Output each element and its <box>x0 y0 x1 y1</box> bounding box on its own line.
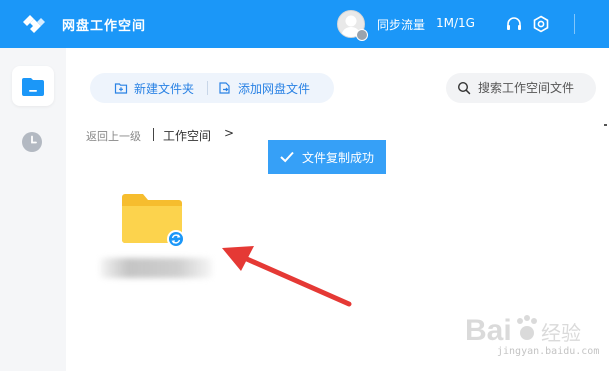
add-file-label: 添加网盘文件 <box>238 81 311 96</box>
folder-item[interactable] <box>121 192 187 250</box>
paw-icon <box>517 315 537 340</box>
svg-text:经验: 经验 <box>541 321 581 345</box>
new-folder-label: 新建文件夹 <box>134 81 195 96</box>
add-file-icon <box>219 82 230 94</box>
titlebar-divider <box>574 14 575 34</box>
watermark-url: jingyan.baidu.com <box>497 346 600 357</box>
sync-traffic-label: 同步流量 <box>377 18 426 32</box>
sync-traffic-value: 1M/1G <box>436 16 475 30</box>
sync-badge-icon <box>167 230 185 248</box>
new-folder-icon <box>114 83 128 94</box>
search-icon <box>457 81 471 95</box>
breadcrumb-divider <box>153 128 154 141</box>
headset-icon[interactable] <box>505 15 523 33</box>
success-toast: 文件复制成功 <box>268 140 386 174</box>
add-cloud-file-button[interactable]: 添加网盘文件 <box>218 80 310 96</box>
clock-icon[interactable] <box>20 130 44 154</box>
gear-icon[interactable] <box>532 15 550 33</box>
svg-text:Bai: Bai <box>465 314 512 347</box>
breadcrumb-chevron: > <box>224 126 235 140</box>
annotation-arrow <box>222 246 352 307</box>
logo-icon <box>23 15 45 33</box>
search-input[interactable] <box>478 79 590 97</box>
back-link[interactable]: 返回上一级 <box>86 128 141 144</box>
folder-nav-icon <box>22 78 44 96</box>
title-bar: 网盘工作空间 同步流量 1M/1G <box>0 0 609 48</box>
folder-name-blurred <box>100 258 212 278</box>
edge-mark <box>604 124 607 126</box>
new-folder-button[interactable]: 新建文件夹 <box>114 80 194 96</box>
breadcrumb-current[interactable]: 工作空间 <box>163 127 211 144</box>
check-icon <box>280 151 294 163</box>
app-title: 网盘工作空间 <box>62 19 147 34</box>
sidebar-item-files[interactable] <box>12 66 54 106</box>
toolbar-divider <box>207 81 208 95</box>
toast-message: 文件复制成功 <box>301 150 374 165</box>
avatar-status-badge <box>356 29 368 41</box>
